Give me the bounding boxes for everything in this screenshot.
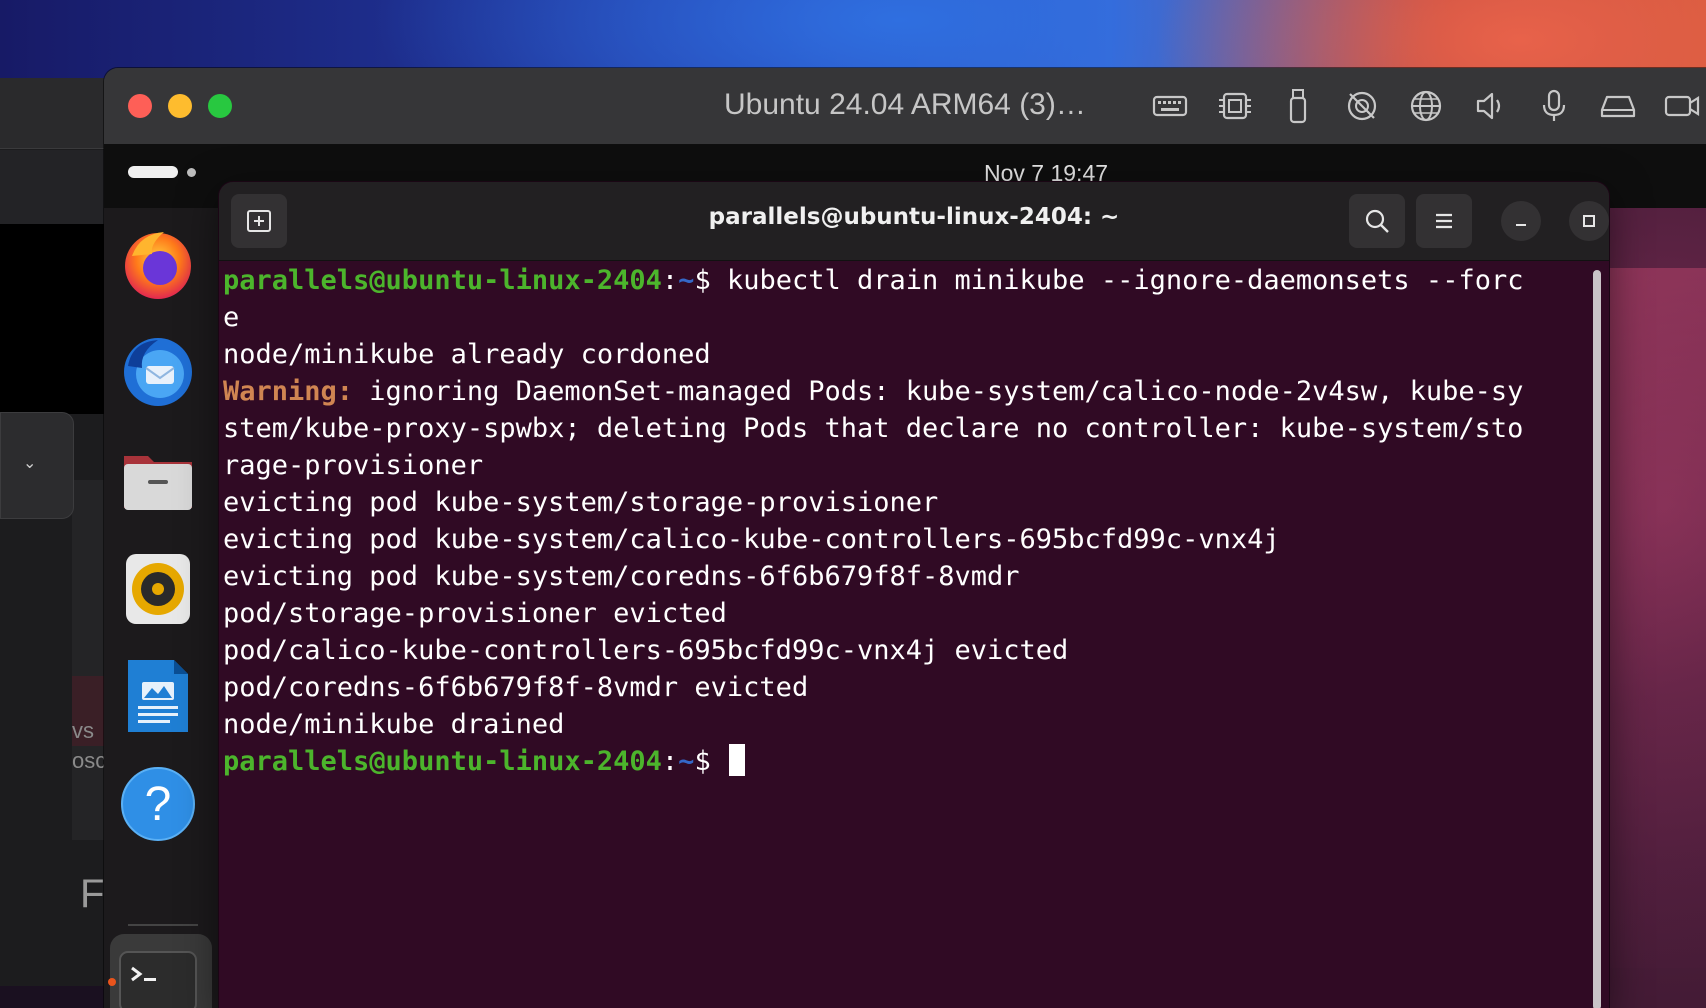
rhythmbox-icon [126, 554, 190, 624]
hamburger-icon [1436, 213, 1452, 229]
command-text-wrap: e [223, 302, 240, 333]
output-line: pod/storage-provisioner evicted [223, 598, 727, 629]
output-line: pod/calico-kube-controllers-695bcfd99c-v… [223, 635, 1069, 666]
background-window-content [0, 224, 104, 414]
warning-text: ignoring DaemonSet-managed Pods: kube-sy… [353, 376, 1524, 407]
terminal-scrollbar[interactable] [1593, 270, 1601, 1008]
menu-button[interactable] [1416, 194, 1472, 248]
output-line: rage-provisioner [223, 450, 484, 481]
activities-indicator[interactable] [128, 166, 178, 178]
terminal-output[interactable]: parallels@ubuntu-linux-2404:~$ kubectl d… [223, 262, 1583, 1008]
dock-item-rhythmbox[interactable] [118, 548, 198, 628]
background-window-card[interactable]: ⌄ [0, 412, 74, 519]
terminal-header[interactable]: parallels@ubuntu-linux-2404: ~ [219, 182, 1609, 261]
chevron-down-icon[interactable]: ⌄ [23, 453, 36, 472]
background-window-text: osc [72, 748, 107, 773]
prompt-user: parallels@ubuntu-linux-2404 [223, 746, 662, 777]
output-line: pod/coredns-6f6b679f8f-8vmdr evicted [223, 672, 809, 703]
warning-label: Warning: [223, 376, 354, 407]
background-window-strip [72, 480, 104, 840]
drive-icon[interactable] [1598, 88, 1638, 124]
output-line: node/minikube drained [223, 709, 565, 740]
cpu-icon[interactable] [1214, 88, 1254, 124]
prompt-path: ~ [678, 265, 695, 296]
prompt-sep: : [661, 746, 679, 777]
vm-title: Ubuntu 24.04 ARM64 (3)… [724, 88, 1086, 121]
search-icon [1365, 209, 1389, 233]
background-window-header [0, 150, 104, 224]
files-icon [124, 456, 192, 510]
prompt-dollar: $ [694, 265, 727, 296]
dock-item-help[interactable]: ? [118, 764, 198, 844]
window-close-button[interactable] [128, 94, 152, 118]
search-button[interactable] [1349, 194, 1405, 248]
prompt-user: parallels@ubuntu-linux-2404 [223, 265, 662, 296]
running-indicator [108, 978, 116, 986]
svg-text:?: ? [145, 778, 172, 831]
minimize-icon [1516, 224, 1526, 226]
prompt-dollar: $ [694, 746, 727, 777]
text-cursor [728, 743, 745, 776]
speaker-icon[interactable] [1470, 88, 1510, 124]
dock-item-terminal[interactable] [118, 942, 198, 1008]
workspace-dot[interactable] [187, 168, 196, 177]
background-window-text: vs [72, 718, 94, 743]
dock-item-thunderbird[interactable] [118, 332, 198, 412]
minimize-button[interactable] [1501, 201, 1541, 241]
maximize-icon [1583, 215, 1595, 227]
output-line: evicting pod kube-system/calico-kube-con… [223, 524, 1280, 555]
vm-window[interactable]: Ubuntu 24.04 ARM64 (3)… Nov 7 19:47 ? pa… [104, 68, 1706, 1008]
window-zoom-button[interactable] [208, 94, 232, 118]
maximize-button[interactable] [1569, 201, 1609, 241]
firefox-icon [125, 232, 191, 299]
output-line: node/minikube already cordoned [223, 339, 711, 370]
prompt-path: ~ [678, 746, 695, 777]
keyboard-icon[interactable] [1150, 88, 1190, 124]
no-camera-icon[interactable] [1342, 88, 1382, 124]
microphone-icon[interactable] [1534, 88, 1574, 124]
warning-line: Warning: ignoring DaemonSet-managed Pods… [223, 373, 1523, 410]
help-icon: ? [121, 767, 195, 841]
globe-icon[interactable] [1406, 88, 1446, 124]
output-line: stem/kube-proxy-spwbx; deleting Pods tha… [223, 413, 1524, 444]
thunderbird-icon [124, 338, 192, 406]
dock-item-firefox[interactable] [118, 224, 198, 304]
terminal-icon [119, 951, 197, 1008]
vm-titlebar[interactable]: Ubuntu 24.04 ARM64 (3)… [104, 68, 1706, 145]
command-line: parallels@ubuntu-linux-2404:~$ kubectl d… [223, 262, 1523, 299]
dock-item-files[interactable] [118, 440, 198, 520]
dock-item-writer[interactable] [118, 656, 198, 736]
background-window-toolbar [0, 78, 104, 149]
prompt-line: parallels@ubuntu-linux-2404:~$ [223, 743, 745, 780]
output-line: evicting pod kube-system/storage-provisi… [223, 487, 939, 518]
usb-icon[interactable] [1278, 88, 1318, 124]
command-text: kubectl drain minikube --ignore-daemonse… [726, 265, 1524, 296]
ubuntu-dock: ? [104, 208, 218, 1008]
terminal-window[interactable]: parallels@ubuntu-linux-2404: ~ parallels… [219, 182, 1609, 1008]
output-line: evicting pod kube-system/coredns-6f6b679… [223, 561, 1020, 592]
video-icon[interactable] [1662, 88, 1702, 124]
prompt-sep: : [661, 265, 679, 296]
dock-separator [128, 924, 198, 926]
window-minimize-button[interactable] [168, 94, 192, 118]
background-window-letter: F [80, 872, 105, 916]
writer-icon [128, 660, 188, 732]
